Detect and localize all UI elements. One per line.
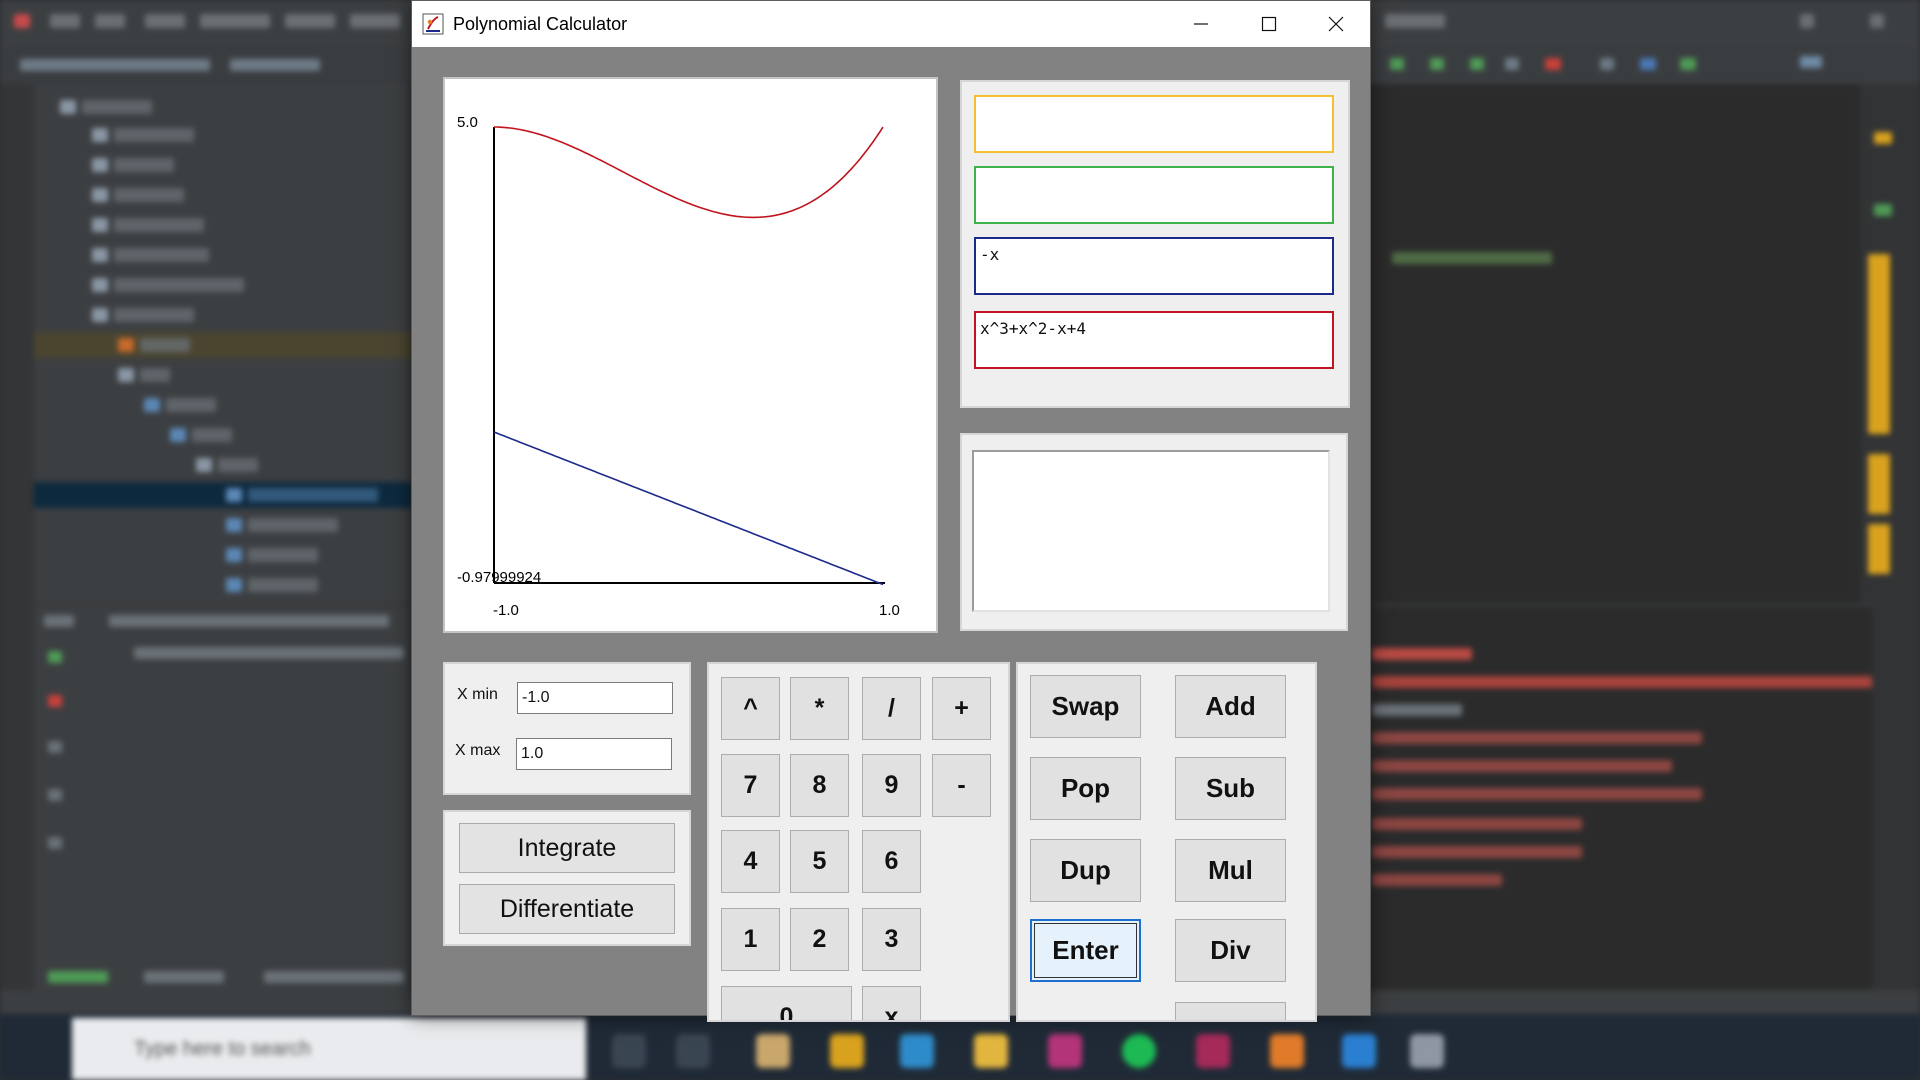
range-panel: X min X max (443, 662, 691, 795)
ide-run-panel (34, 604, 412, 1015)
stack-display-panel: -x x^3+x^2-x+4 (960, 80, 1350, 408)
pop-button[interactable]: Pop (1030, 757, 1141, 820)
key-plus[interactable]: + (932, 677, 991, 740)
key-8[interactable]: 8 (790, 754, 849, 817)
key-5[interactable]: 5 (790, 830, 849, 893)
mul-button[interactable]: Mul (1175, 839, 1286, 902)
key-6[interactable]: 6 (862, 830, 921, 893)
key-divide[interactable]: / (862, 677, 921, 740)
maximize-icon (1261, 16, 1277, 32)
ide-console (1372, 604, 1872, 996)
dup-button[interactable]: Dup (1030, 839, 1141, 902)
key-0[interactable]: 0 (721, 986, 852, 1020)
sub-button[interactable]: Sub (1175, 757, 1286, 820)
stack-field-1[interactable]: x^3+x^2-x+4 (974, 311, 1334, 369)
y-min-tick-label: -0.97999924 (457, 569, 541, 586)
result-panel (960, 433, 1348, 631)
differentiate-button[interactable]: Differentiate (459, 884, 675, 934)
xmax-input[interactable] (516, 738, 672, 770)
taskbar-search-placeholder: Type here to search (134, 1038, 311, 1060)
close-icon (1328, 16, 1344, 32)
java-app-icon (422, 13, 444, 35)
stack-operations-panel: Swap Add Pop Sub Dup Mul Enter Div (1016, 662, 1317, 1022)
stack-field-2[interactable]: -x (974, 237, 1334, 295)
xmax-label: X max (455, 742, 501, 759)
maximize-button[interactable] (1235, 1, 1303, 47)
integrate-button[interactable]: Integrate (459, 823, 675, 873)
taskbar-search: Type here to search (72, 1018, 586, 1080)
series-line-poly3 (493, 431, 884, 586)
series-line-poly4 (494, 126, 884, 219)
key-7[interactable]: 7 (721, 754, 780, 817)
minimize-icon (1194, 23, 1208, 25)
x-min-tick-label: -1.0 (493, 602, 519, 619)
key-multiply[interactable]: * (790, 677, 849, 740)
stack-field-4[interactable] (974, 95, 1334, 153)
x-max-tick-label: 1.0 (879, 602, 900, 619)
key-minus[interactable]: - (932, 754, 991, 817)
title-bar[interactable]: Polynomial Calculator (412, 1, 1370, 47)
graph-panel: 5.0 -0.97999924 -1.0 1.0 (443, 77, 938, 633)
xmin-label: X min (457, 686, 498, 703)
key-4[interactable]: 4 (721, 830, 780, 893)
key-3[interactable]: 3 (862, 908, 921, 971)
result-text-area[interactable] (972, 450, 1330, 612)
polynomial-graph: 5.0 -0.97999924 -1.0 1.0 (457, 114, 900, 619)
calculus-panel: Integrate Differentiate (443, 810, 691, 946)
extra-stack-button[interactable] (1175, 1002, 1286, 1020)
key-9[interactable]: 9 (862, 754, 921, 817)
minimize-button[interactable] (1167, 1, 1235, 47)
div-button[interactable]: Div (1175, 919, 1286, 982)
key-1[interactable]: 1 (721, 908, 780, 971)
key-caret[interactable]: ^ (721, 677, 780, 740)
key-2[interactable]: 2 (790, 908, 849, 971)
xmin-input[interactable] (517, 682, 673, 714)
stack-field-3[interactable] (974, 166, 1334, 224)
add-button[interactable]: Add (1175, 675, 1286, 738)
y-max-tick-label: 5.0 (457, 114, 478, 131)
key-x[interactable]: x (862, 986, 921, 1020)
enter-button[interactable]: Enter (1030, 919, 1141, 982)
calculator-window: Polynomial Calculator 5.0 -0.97999924 -1… (411, 0, 1371, 1022)
window-title: Polynomial Calculator (453, 14, 628, 34)
keypad-panel: ^ * / + 7 8 9 - 4 5 6 1 2 3 0 x (707, 662, 1010, 1022)
swap-button[interactable]: Swap (1030, 675, 1141, 738)
close-button[interactable] (1302, 1, 1370, 47)
